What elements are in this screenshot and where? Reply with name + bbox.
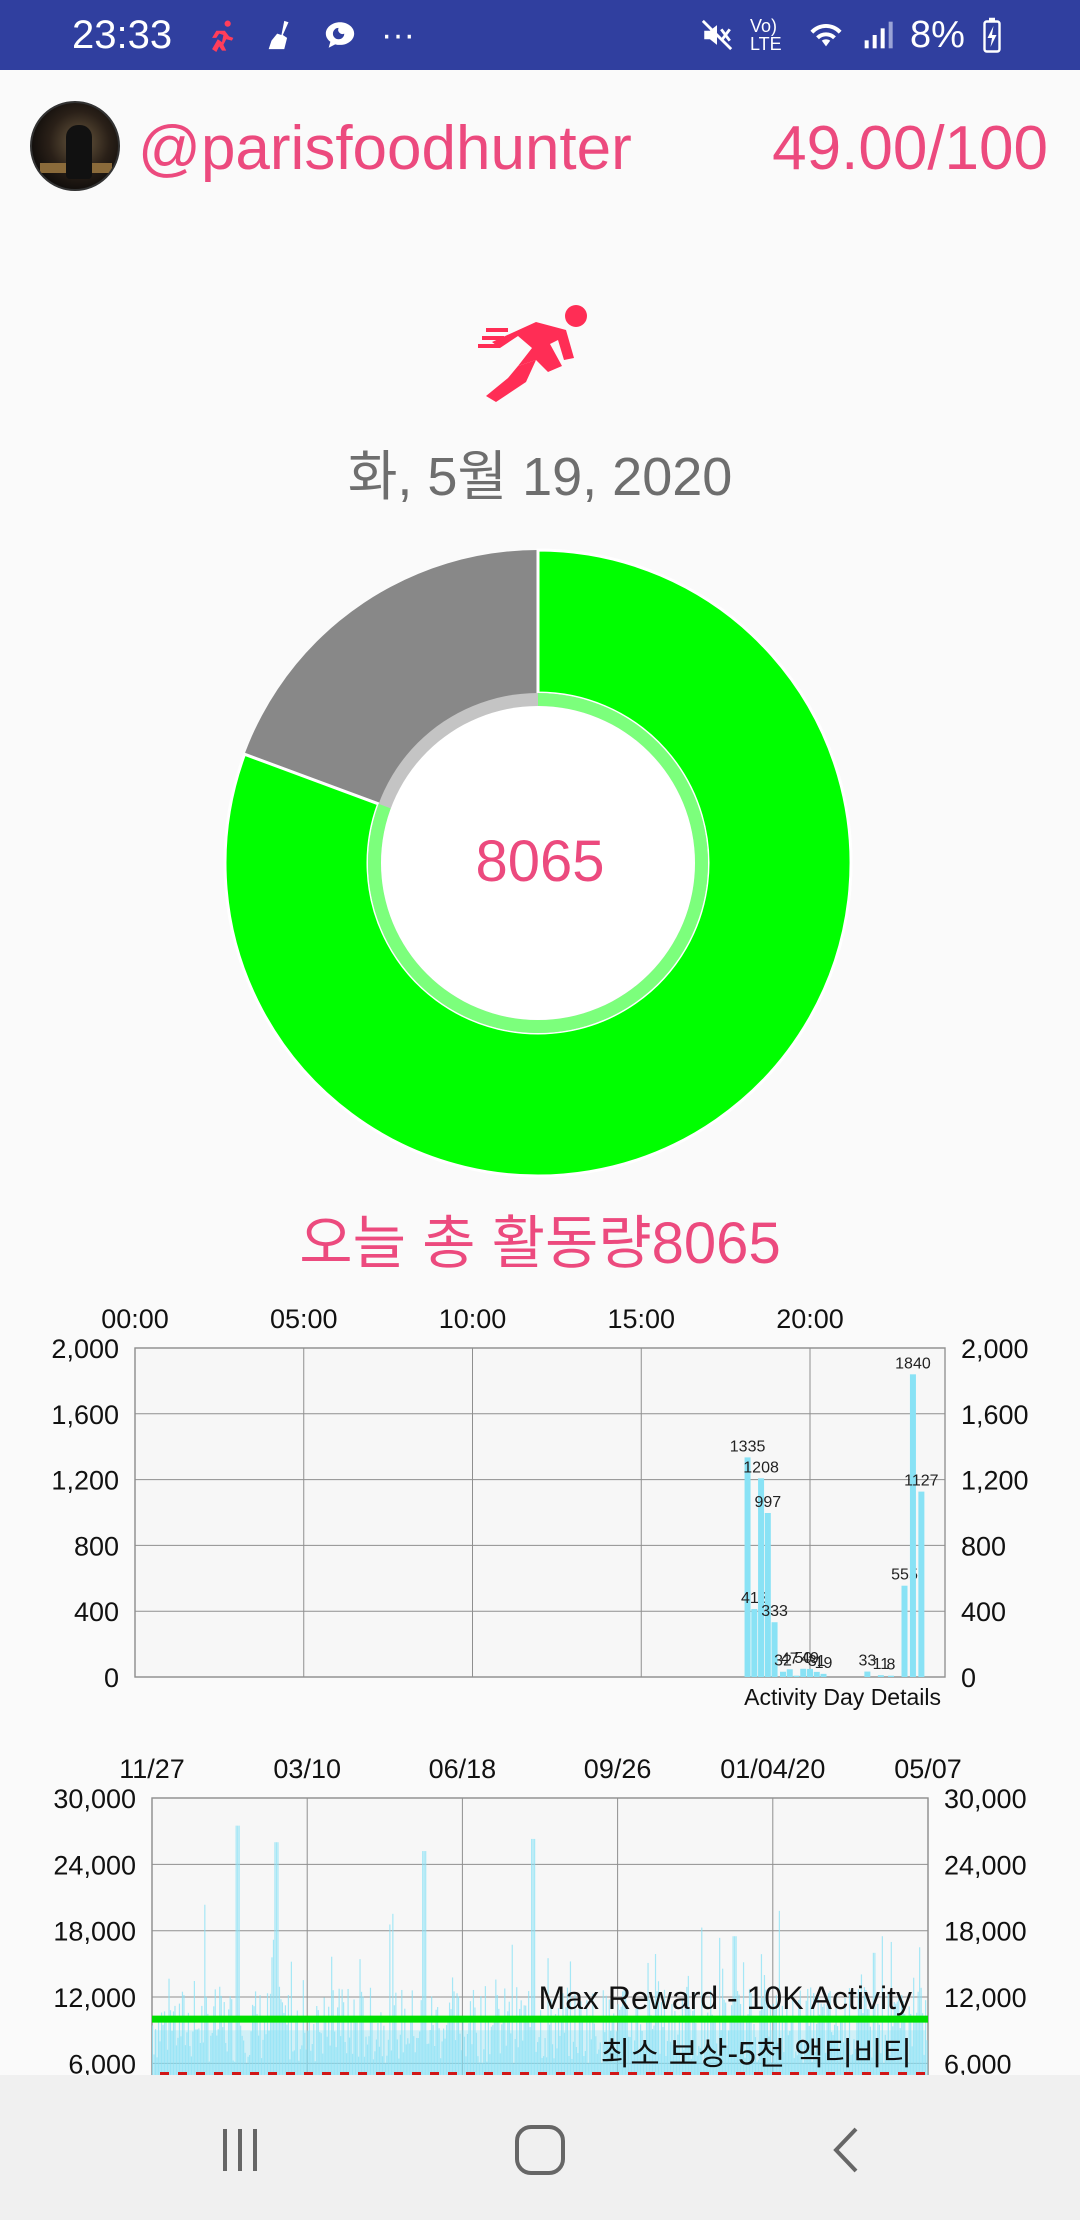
chart1-bar-label: 1335 xyxy=(730,1438,766,1455)
status-time: 23:33 xyxy=(72,12,173,57)
chart1-bar xyxy=(820,1673,827,1677)
chart1-y-tick-right: 1,200 xyxy=(961,1466,1029,1496)
chart1-y-tick-left: 1,600 xyxy=(51,1400,119,1430)
chart1-bar xyxy=(744,1457,751,1677)
chart1-y-tick-right: 400 xyxy=(961,1597,1006,1627)
runner-icon xyxy=(205,15,239,55)
chart2-x-tick: 09/26 xyxy=(584,1754,652,1784)
activity-day-chart: 2,000 2,0001,600 1,6001,200 1,200800 800400 4… xyxy=(51,1304,1029,1710)
score-label: 49.00/100 xyxy=(772,114,1048,183)
chart1-bar xyxy=(780,1671,786,1677)
chart1-x-tick: 05:00 xyxy=(270,1304,338,1334)
chart1-bar xyxy=(807,1668,813,1677)
chart1-bar-label: 19 xyxy=(815,1655,833,1672)
chart1-bar-label: 333 xyxy=(761,1603,788,1620)
chart2-x-tick: 01/04/20 xyxy=(720,1754,825,1784)
chart2-y-tick-left: 12,000 xyxy=(53,1983,136,2013)
chart1-bar xyxy=(877,1675,884,1677)
battery-charging-icon xyxy=(981,15,1003,55)
max-reward-label: Max Reward - 10K Activity xyxy=(539,1980,912,2016)
chart2-y-tick-right: 24,000 xyxy=(944,1850,1027,1880)
chart2-y-tick-left: 30,000 xyxy=(53,1784,136,1814)
chart1-bar xyxy=(793,1675,800,1677)
wifi-icon xyxy=(806,15,846,55)
navigation-bar xyxy=(0,2075,1080,2220)
chart1-bar xyxy=(909,1374,916,1677)
signal-icon xyxy=(862,15,894,55)
chart2-x-tick: 03/10 xyxy=(273,1754,341,1784)
username[interactable]: @parisfoodhunter xyxy=(138,110,632,188)
chart2-bar xyxy=(152,2025,154,2080)
chart1-bar xyxy=(751,1609,758,1677)
chart1-x-tick: 00:00 xyxy=(101,1304,169,1334)
chart1-x-tick: 10:00 xyxy=(439,1304,507,1334)
chart1-plot-area xyxy=(134,1347,946,1678)
activity-history-chart: 30,000 30,000 24,000 24,000 18,000 18,000 12,0… xyxy=(53,1754,1027,2080)
chart2-x-tick: 05/07 xyxy=(894,1754,962,1784)
chart1-bar xyxy=(864,1671,871,1677)
chart2-y-tick-right: 12,000 xyxy=(944,1983,1027,2013)
date-label: 화, 5월 19, 2020 xyxy=(347,447,733,507)
chart1-bar xyxy=(800,1668,807,1677)
recent-apps-icon[interactable] xyxy=(190,2110,290,2190)
avatar[interactable] xyxy=(30,101,120,191)
status-system-icons: Vo) LTE 8% xyxy=(700,0,1003,70)
runner-icon xyxy=(478,305,587,402)
chart1-y-tick-left: 2,000 xyxy=(51,1334,119,1364)
chart1-bar-label: 1208 xyxy=(743,1459,779,1476)
chart1-bar xyxy=(901,1585,908,1677)
chart1-y-tick-right: 0 xyxy=(961,1663,976,1693)
chart1-bar-label: 1840 xyxy=(895,1355,931,1372)
chart2-y-tick-left: 18,000 xyxy=(53,1917,136,1947)
chart1-y-tick-left: 800 xyxy=(74,1531,119,1561)
chart1-bar-label: 1127 xyxy=(904,1473,939,1490)
status-notification-icons: ··· xyxy=(205,0,415,70)
back-icon[interactable] xyxy=(796,2110,896,2190)
chart1-x-tick: 20:00 xyxy=(776,1304,844,1334)
chart1-title: Activity Day Details xyxy=(744,1684,941,1710)
donut-center-value: 8065 xyxy=(475,829,605,894)
chart1-bar xyxy=(888,1675,894,1677)
battery-text: 8% xyxy=(910,13,965,56)
chart1-bar xyxy=(764,1512,771,1677)
chat-bubble-icon xyxy=(321,15,359,55)
chart1-y-tick-right: 800 xyxy=(961,1531,1006,1561)
chart1-y-tick-left: 400 xyxy=(74,1597,119,1627)
chart1-x-tick: 15:00 xyxy=(607,1304,675,1334)
mute-icon xyxy=(700,15,734,55)
chart1-y-tick-right: 2,000 xyxy=(961,1334,1029,1364)
status-bar: 23:33 ··· Vo) LTE 8% xyxy=(0,0,1080,70)
min-reward-label: 최소 보상-5천 액티비티 xyxy=(601,2035,912,2071)
more-dots-icon: ··· xyxy=(381,15,415,54)
volte-icon: Vo) LTE xyxy=(750,16,782,54)
chart1-bar xyxy=(786,1669,793,1677)
broom-icon xyxy=(261,15,299,55)
chart1-bar-label: 8 xyxy=(887,1657,896,1674)
chart1-y-tick-right: 1,600 xyxy=(961,1400,1029,1430)
chart2-y-tick-right: 30,000 xyxy=(944,1784,1027,1814)
avatar-person-shape xyxy=(66,125,92,179)
home-icon[interactable] xyxy=(490,2110,590,2190)
chart1-bar-label: 997 xyxy=(754,1494,781,1511)
chart1-y-tick-left: 1,200 xyxy=(51,1466,119,1496)
chart1-y-tick-left: 0 xyxy=(104,1663,119,1693)
chart1-bar xyxy=(813,1671,820,1677)
chart1-bar xyxy=(918,1491,925,1677)
chart2-x-tick: 11/27 xyxy=(119,1754,185,1784)
app-screen: 23:33 ··· Vo) LTE 8% @parisfoodhunter 49… xyxy=(0,0,1080,2220)
today-total-label: 오늘 총 활동량8065 xyxy=(299,1211,781,1276)
chart2-y-tick-right: 18,000 xyxy=(944,1917,1027,1947)
chart2-y-tick-left: 24,000 xyxy=(53,1850,136,1880)
chart2-x-tick: 06/18 xyxy=(429,1754,497,1784)
